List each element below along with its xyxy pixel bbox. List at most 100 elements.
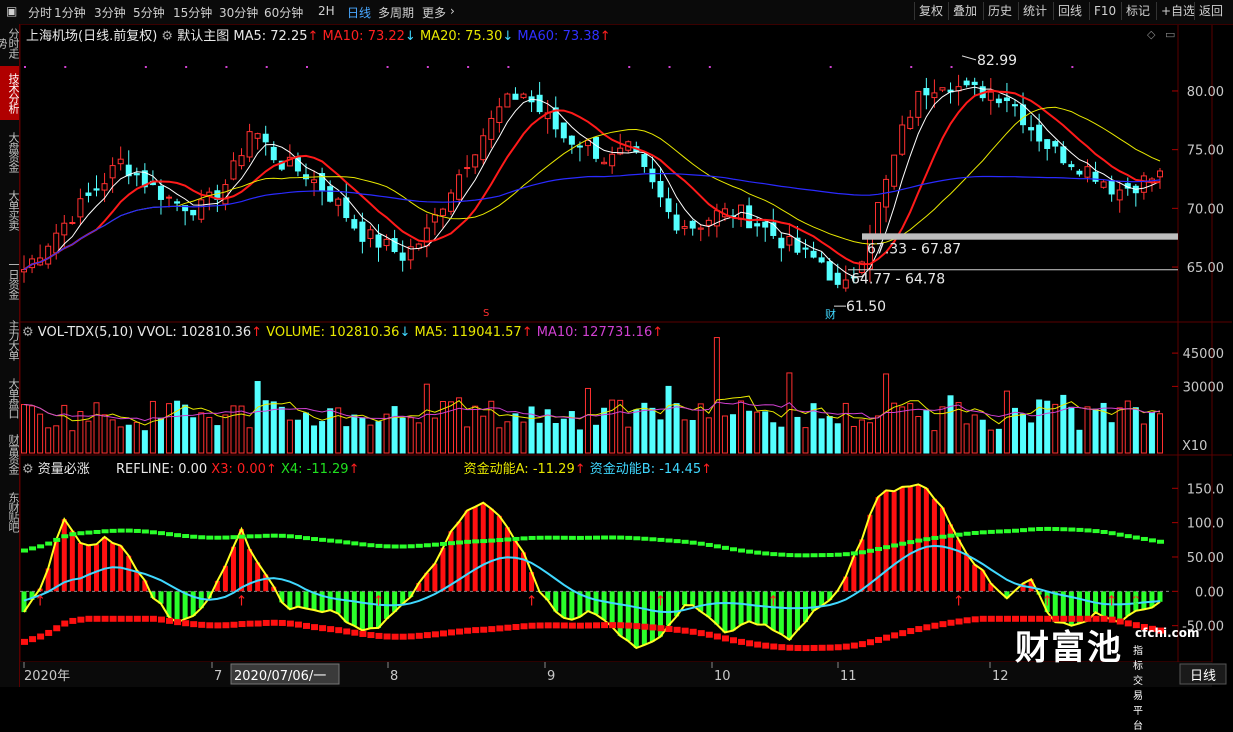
step-red — [222, 622, 229, 628]
volume-bar — [1069, 407, 1074, 453]
settings-icon-2[interactable]: ⚙ — [22, 462, 34, 477]
period-fenshi[interactable]: 分时 — [28, 4, 52, 21]
backtest-button[interactable]: 回线 — [1053, 2, 1086, 20]
volume-bar — [690, 420, 695, 453]
candle-body — [1085, 167, 1090, 177]
sidebar-tab-main-big[interactable]: 主力大单 — [0, 314, 19, 366]
high-label: 82.99 — [977, 53, 1017, 69]
volume-header: ⚙ VOL-TDX(5,10) VVOL: 102810.36↑ VOLUME:… — [22, 325, 663, 340]
step-red — [319, 625, 326, 631]
fund-bar — [956, 540, 961, 592]
restore-rights-button[interactable]: 复权 — [914, 2, 947, 20]
step-red — [85, 616, 92, 622]
sidebar-tab-big-order[interactable]: 大单买卖 — [0, 184, 19, 236]
candle-body — [118, 159, 123, 164]
fund-bar — [666, 591, 671, 625]
back-button[interactable]: 返回 — [1194, 2, 1227, 20]
volume-bar — [553, 424, 558, 453]
candle-body — [610, 154, 615, 165]
fund-bar — [94, 544, 99, 591]
candle-body — [602, 162, 607, 163]
period-2h[interactable]: 2H — [318, 4, 335, 18]
history-button[interactable]: 历史 — [983, 2, 1016, 20]
candle-body — [964, 81, 969, 85]
candle-body — [594, 137, 599, 158]
step-green — [939, 535, 946, 539]
period-30min[interactable]: 30分钟 — [219, 4, 258, 21]
candle-body — [803, 248, 808, 249]
step-red — [432, 631, 439, 637]
add-favorite-button[interactable]: +自选 — [1156, 2, 1199, 20]
candle-body — [440, 209, 445, 215]
step-red — [746, 640, 753, 646]
candle-body — [779, 238, 784, 247]
step-red — [529, 623, 536, 629]
volume-bar — [698, 404, 703, 453]
volume-title[interactable]: VOL-TDX(5,10) — [38, 325, 133, 340]
chart-canvas[interactable]: 80.0075.0070.0065.0067.33 - 67.8764.77 -… — [0, 0, 1233, 687]
diamond-icon[interactable]: ◇ — [1147, 28, 1155, 41]
fund-bar — [908, 486, 913, 591]
maximize-icon[interactable]: ▭ — [1165, 28, 1175, 41]
layout-icon[interactable]: ▣ — [6, 4, 17, 18]
volume-bar — [634, 410, 639, 453]
period-daily[interactable]: 日线 — [347, 4, 371, 21]
sidebar-tab-guba[interactable]: 东财贴吧 — [0, 486, 19, 538]
volume-bar — [320, 422, 325, 453]
xtick-label: 12 — [992, 669, 1009, 684]
sidebar-tab-market-fund[interactable]: 大盘资金 — [0, 126, 19, 178]
sidebar-tab-day-fund[interactable]: 一日资金 — [0, 252, 19, 306]
volume-bar — [1117, 408, 1122, 453]
sidebar-tab-fenshi[interactable]: 分时走势 — [0, 24, 19, 62]
candle-body — [787, 237, 792, 246]
period-multi[interactable]: 多周期 — [378, 4, 414, 21]
template-name[interactable]: 默认主图 — [177, 29, 229, 44]
volume-bar — [465, 427, 470, 453]
volume-bar — [610, 400, 615, 453]
step-green — [158, 531, 165, 535]
step-red — [730, 637, 737, 643]
fund-title[interactable]: 资量必涨 — [38, 462, 90, 477]
step-green — [239, 535, 246, 539]
period-more[interactable]: 更多 — [422, 4, 446, 21]
gear-icon[interactable]: ⚙ — [161, 29, 173, 44]
step-green — [295, 535, 302, 539]
settings-icon[interactable]: ⚙ — [22, 325, 34, 340]
period-1min[interactable]: 1分钟 — [54, 4, 86, 21]
mark-button[interactable]: 标记 — [1121, 2, 1154, 20]
candle-body — [690, 221, 695, 228]
chart-border — [20, 24, 1212, 662]
volume-bar — [843, 403, 848, 453]
candle-body — [811, 251, 816, 257]
period-15min[interactable]: 15分钟 — [173, 4, 212, 21]
step-green — [126, 529, 133, 533]
stats-button[interactable]: 统计 — [1018, 2, 1051, 20]
candle-body — [199, 200, 204, 219]
step-red — [706, 632, 713, 638]
sidebar-tab-wealth-fund[interactable]: 财富资金 — [0, 428, 19, 480]
step-red — [843, 644, 850, 650]
period-60min[interactable]: 60分钟 — [264, 4, 303, 21]
step-green — [303, 536, 310, 540]
overlay-button[interactable]: 叠加 — [948, 2, 981, 20]
step-green — [1117, 533, 1124, 537]
chevron-right-icon[interactable]: › — [450, 4, 455, 18]
volume-bar — [851, 426, 856, 453]
period-3min[interactable]: 3分钟 — [94, 4, 126, 21]
step-red — [45, 630, 52, 636]
step-red — [819, 645, 826, 651]
sidebar-tab-order-book[interactable]: 大单盘口 — [0, 372, 19, 424]
step-red — [609, 622, 616, 628]
step-red — [988, 616, 995, 622]
volume-bar — [303, 413, 308, 453]
f10-button[interactable]: F10 — [1089, 2, 1120, 20]
step-red — [714, 633, 721, 639]
step-red — [907, 628, 914, 634]
volume-bar — [46, 428, 51, 453]
sidebar-tab-tech[interactable]: 技术分析 — [0, 66, 19, 120]
period-5min[interactable]: 5分钟 — [133, 4, 165, 21]
step-green — [359, 542, 366, 546]
stock-title[interactable]: 上海机场(日线.前复权) — [26, 29, 157, 44]
fund-bar — [175, 591, 180, 622]
candle-body — [513, 94, 518, 99]
